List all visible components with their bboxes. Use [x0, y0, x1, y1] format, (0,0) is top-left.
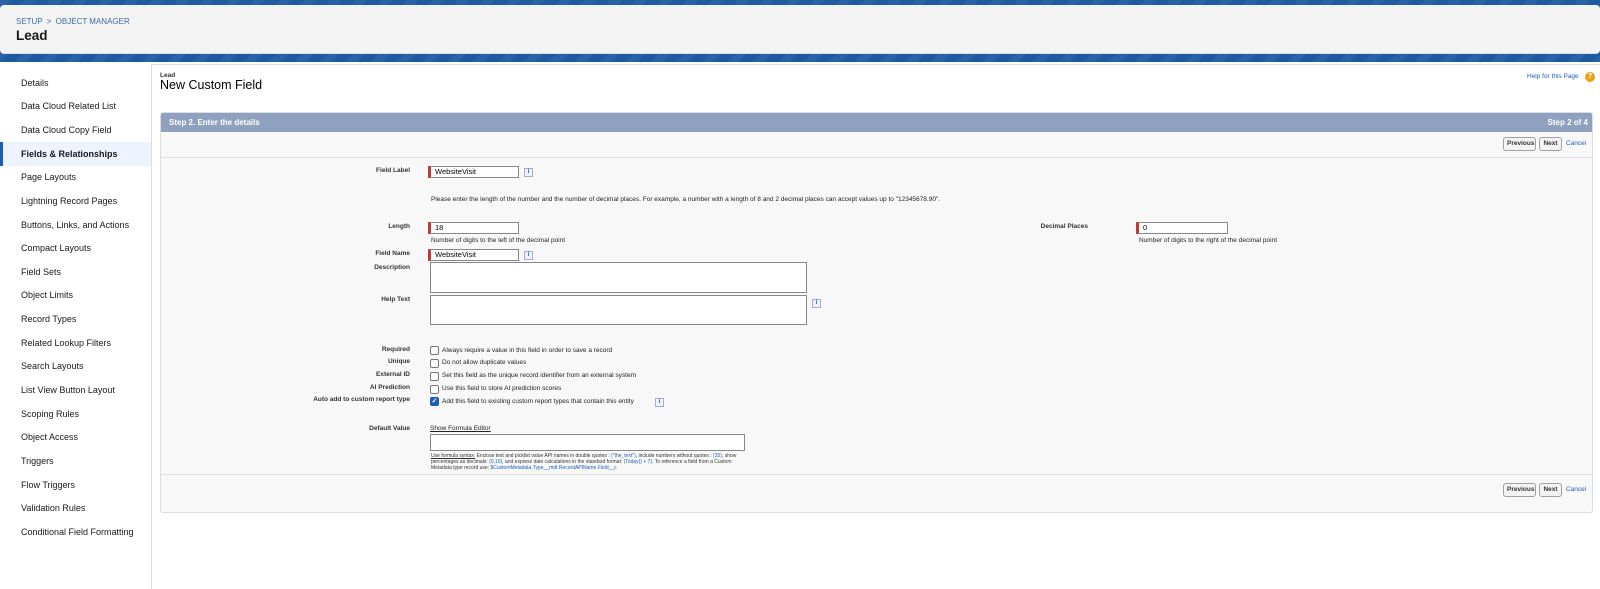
- sidebar-item-search-layouts[interactable]: Search Layouts: [0, 354, 151, 378]
- help-text-info-icon[interactable]: i: [812, 299, 821, 308]
- auto-add-text: Add this field to existing custom report…: [442, 398, 634, 405]
- sidebar-item-validation-rules[interactable]: Validation Rules: [0, 496, 151, 520]
- sidebar-item-record-types[interactable]: Record Types: [0, 307, 151, 331]
- step-form: Step 2. Enter the details Step 2 of 4 Pr…: [160, 112, 1593, 513]
- help-text-label: Help Text: [381, 296, 410, 303]
- sidebar-item-related-lookup-filters[interactable]: Related Lookup Filters: [0, 331, 151, 355]
- field-name-label: Field Name: [375, 250, 410, 257]
- sidebar-item-data-cloud-copy-field[interactable]: Data Cloud Copy Field: [0, 118, 151, 142]
- external-id-text: Set this field as the unique record iden…: [442, 372, 637, 379]
- required-text: Always require a value in this field in …: [442, 347, 613, 354]
- sidebar-item-lightning-record-pages[interactable]: Lightning Record Pages: [0, 189, 151, 213]
- sidebar-item-scoping-rules[interactable]: Scoping Rules: [0, 402, 151, 426]
- description-label: Description: [374, 264, 410, 271]
- previous-button-top[interactable]: Previous: [1503, 137, 1536, 151]
- breadcrumb-setup-link[interactable]: SETUP: [16, 17, 43, 26]
- sidebar-item-field-sets[interactable]: Field Sets: [0, 260, 151, 284]
- bottom-divider: [161, 474, 1592, 475]
- unique-label: Unique: [387, 358, 410, 365]
- content-title: New Custom Field: [160, 78, 263, 92]
- cancel-link-bottom[interactable]: Cancel: [1566, 486, 1586, 493]
- auto-add-info-icon[interactable]: i: [655, 398, 664, 407]
- unique-text: Do not allow duplicate values: [442, 359, 527, 366]
- help-text-textarea[interactable]: [430, 295, 807, 325]
- sidebar-item-conditional-field-formatting[interactable]: Conditional Field Formatting: [0, 520, 151, 544]
- decimal-places-note: Number of digits to the right of the dec…: [1139, 237, 1278, 244]
- field-label-label: Field Label: [376, 167, 410, 174]
- help-for-this-page-link[interactable]: Help for this Page: [1527, 73, 1579, 80]
- formula-syntax-hint: Use formula syntax: Enclose text and pic…: [431, 453, 751, 471]
- sidebar-item-triggers[interactable]: Triggers: [0, 449, 151, 473]
- sidebar-item-object-limits[interactable]: Object Limits: [0, 283, 151, 307]
- top-divider: [161, 157, 1592, 158]
- formula-hint-example-metadata: $CustomMetadata.Type__mdt.RecordAPIName.…: [490, 465, 617, 471]
- next-button-bottom[interactable]: Next: [1539, 483, 1562, 497]
- step-title: Step 2. Enter the details: [169, 118, 260, 127]
- sidebar-item-page-layouts[interactable]: Page Layouts: [0, 165, 151, 189]
- length-input[interactable]: 18: [428, 222, 519, 234]
- external-id-label: External ID: [376, 371, 410, 378]
- field-name-input[interactable]: WebsiteVisit: [428, 249, 519, 261]
- breadcrumb-separator: >: [46, 17, 52, 26]
- ai-prediction-text: Use this field to store AI prediction sc…: [442, 385, 562, 392]
- sidebar-item-compact-layouts[interactable]: Compact Layouts: [0, 236, 151, 260]
- sidebar-item-list-view-button-layout[interactable]: List View Button Layout: [0, 378, 151, 402]
- decimal-places-label: Decimal Places: [1040, 223, 1088, 230]
- description-textarea[interactable]: [430, 262, 807, 293]
- field-label-input[interactable]: WebsiteVisit: [428, 166, 519, 178]
- sidebar-item-object-access[interactable]: Object Access: [0, 425, 151, 449]
- step-header: Step 2. Enter the details Step 2 of 4: [161, 113, 1592, 132]
- field-label-info-icon[interactable]: i: [524, 168, 533, 177]
- default-value-textarea[interactable]: [430, 434, 745, 451]
- page-header: SETUP > OBJECT MANAGER Lead: [0, 5, 1600, 54]
- auto-add-label: Auto add to custom report type: [313, 396, 410, 403]
- required-checkbox[interactable]: [430, 346, 439, 355]
- field-name-info-icon[interactable]: i: [524, 251, 533, 260]
- sidebar-item-flow-triggers[interactable]: Flow Triggers: [0, 473, 151, 497]
- external-id-checkbox[interactable]: [430, 372, 439, 381]
- previous-button-bottom[interactable]: Previous: [1503, 483, 1536, 497]
- object-manager-sidebar: Details Data Cloud Related List Data Clo…: [0, 64, 152, 589]
- sidebar-item-fields-relationships[interactable]: Fields & Relationships: [0, 142, 151, 166]
- formula-hint-example-date: (Today() + 7): [623, 459, 653, 465]
- sidebar-item-data-cloud-related-list[interactable]: Data Cloud Related List: [0, 94, 151, 118]
- sidebar-item-buttons-links-actions[interactable]: Buttons, Links, and Actions: [0, 213, 151, 237]
- breadcrumb: SETUP > OBJECT MANAGER: [16, 17, 130, 26]
- page-title: Lead: [16, 28, 48, 43]
- step-count: Step 2 of 4: [1547, 118, 1588, 127]
- length-label: Length: [388, 223, 410, 230]
- ai-prediction-label: AI Prediction: [369, 384, 410, 391]
- ai-prediction-checkbox[interactable]: [430, 385, 439, 394]
- breadcrumb-object-manager-link[interactable]: OBJECT MANAGER: [56, 17, 130, 26]
- show-formula-editor-link[interactable]: Show Formula Editor: [430, 425, 491, 432]
- next-button-top[interactable]: Next: [1539, 137, 1562, 151]
- auto-add-checkbox[interactable]: ✓: [430, 397, 439, 406]
- sidebar-item-details[interactable]: Details: [0, 71, 151, 95]
- decimal-places-input[interactable]: 0: [1136, 222, 1228, 234]
- unique-checkbox[interactable]: [430, 359, 439, 368]
- length-note: Number of digits to the left of the deci…: [431, 237, 566, 244]
- default-value-label: Default Value: [369, 425, 410, 432]
- length-instructions: Please enter the length of the number an…: [431, 196, 941, 203]
- cancel-link-top[interactable]: Cancel: [1566, 140, 1586, 147]
- help-question-icon[interactable]: ?: [1585, 72, 1595, 82]
- required-label: Required: [381, 346, 410, 353]
